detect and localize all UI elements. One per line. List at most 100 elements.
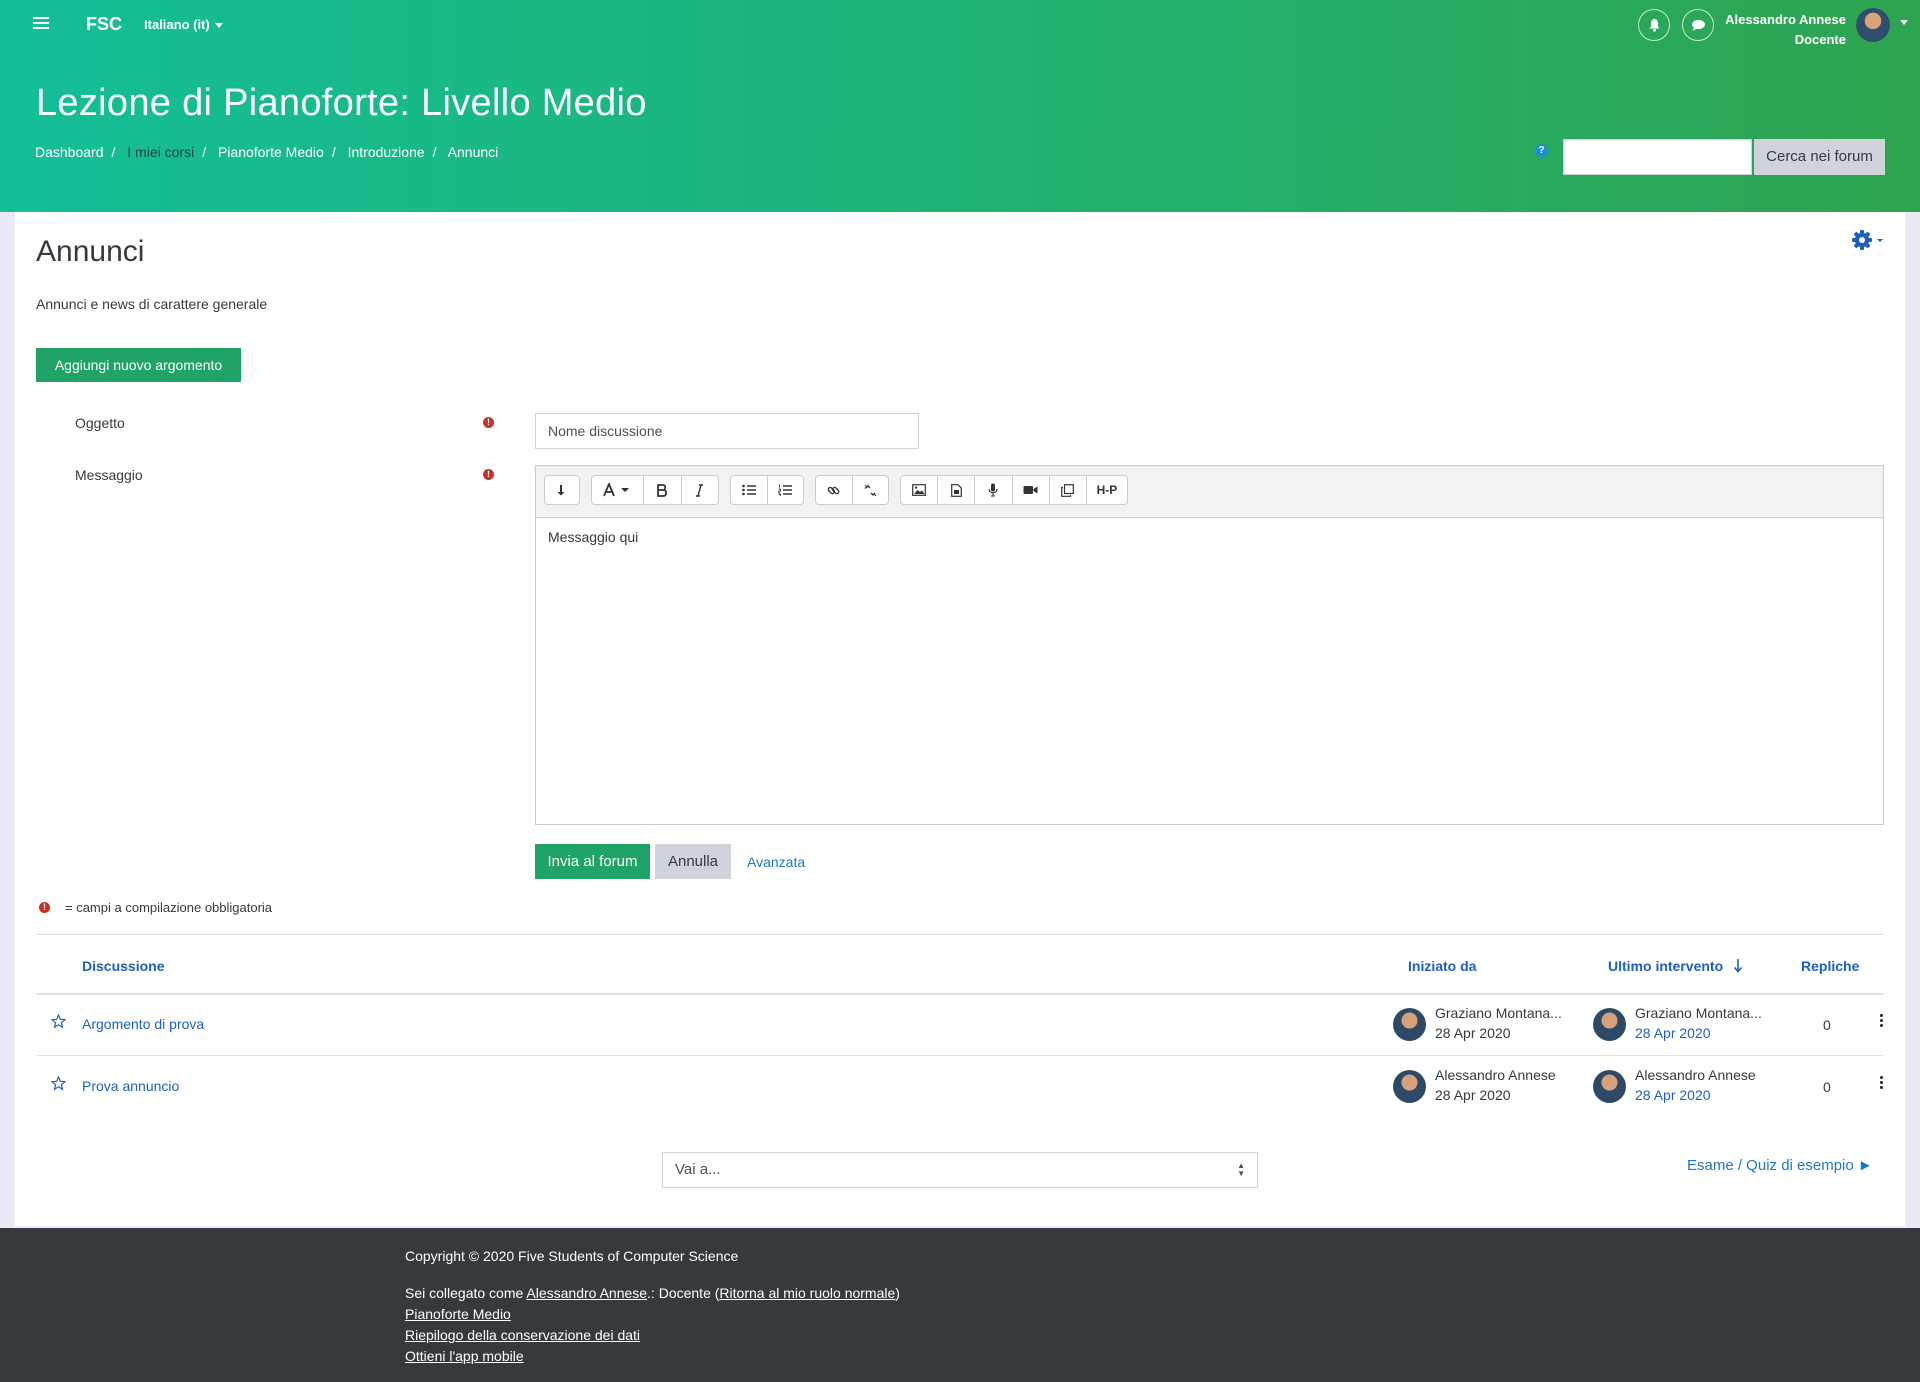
jump-to-select[interactable]: Vai a... ▲ ▼ xyxy=(662,1152,1258,1188)
select-arrows-icon: ▲ ▼ xyxy=(1237,1161,1245,1178)
manage-files-button[interactable] xyxy=(1050,476,1087,504)
language-menu[interactable]: Italiano (it) xyxy=(144,17,223,32)
subject-label: Oggetto xyxy=(75,415,125,431)
image-icon xyxy=(912,484,926,496)
insert-image-button[interactable] xyxy=(901,476,939,504)
advanced-link[interactable]: Avanzata xyxy=(747,854,805,870)
avatar[interactable] xyxy=(1393,1008,1426,1041)
messages-button[interactable] xyxy=(1682,9,1714,41)
column-replies[interactable]: Repliche xyxy=(1801,958,1859,974)
page-header: FSC Italiano (it) Alessandro Annese Doce… xyxy=(0,0,1920,212)
link-icon xyxy=(827,486,840,494)
forum-search-button[interactable]: Cerca nei forum xyxy=(1754,139,1885,175)
h5p-button[interactable]: H-P xyxy=(1087,476,1127,504)
more-options-icon[interactable] xyxy=(1880,1014,1884,1029)
footer-link-course-label: Pianoforte Medio xyxy=(405,1306,511,1322)
notifications-button[interactable] xyxy=(1638,9,1670,41)
started-date: 28 Apr 2020 xyxy=(1435,1087,1511,1103)
bold-button[interactable] xyxy=(644,476,682,504)
logged-in-info: Sei collegato come Alessandro Annese.: D… xyxy=(405,1285,900,1301)
column-started-by[interactable]: Iniziato da xyxy=(1408,958,1476,974)
jump-to-label: Vai a... xyxy=(675,1161,721,1178)
link-button[interactable] xyxy=(816,476,853,504)
breadcrumb-separator: / xyxy=(202,144,207,160)
forum-search-input[interactable] xyxy=(1563,139,1752,175)
paragraph-style-button[interactable] xyxy=(592,476,645,504)
cancel-button[interactable]: Annulla xyxy=(655,844,731,879)
font-icon xyxy=(602,483,629,497)
message-textarea[interactable]: Messaggio qui xyxy=(536,518,1883,824)
replies-count: 0 xyxy=(1823,1079,1831,1095)
star-icon[interactable] xyxy=(51,1014,66,1029)
breadcrumb-my-courses[interactable]: I miei corsi xyxy=(127,144,194,160)
toolbar-group-links xyxy=(815,475,889,505)
ordered-list-button[interactable] xyxy=(768,476,804,504)
site-brand[interactable]: FSC xyxy=(86,14,122,35)
subject-input[interactable]: Nome discussione xyxy=(535,413,919,449)
avatar[interactable] xyxy=(1856,8,1890,42)
avatar[interactable] xyxy=(1593,1008,1626,1041)
add-topic-button[interactable]: Aggiungi nuovo argomento xyxy=(36,348,241,382)
started-by-name: Alessandro Annese xyxy=(1435,1067,1556,1083)
submit-post-button[interactable]: Invia al forum xyxy=(535,844,650,879)
discussion-title[interactable]: Argomento di prova xyxy=(82,1016,204,1032)
record-audio-button[interactable] xyxy=(975,476,1013,504)
breadcrumb-dashboard[interactable]: Dashboard xyxy=(35,144,104,160)
breadcrumb-separator: / xyxy=(432,144,437,160)
chevron-down-icon xyxy=(214,23,223,29)
column-discussion[interactable]: Discussione xyxy=(82,958,164,974)
star-icon[interactable] xyxy=(51,1076,66,1091)
breadcrumb-current[interactable]: Annunci xyxy=(448,144,499,160)
main-content: Annunci Annunci e news di carattere gene… xyxy=(15,212,1905,1226)
column-last-post[interactable]: Ultimo intervento xyxy=(1608,958,1744,974)
user-name: Alessandro Annese xyxy=(1725,12,1846,27)
unordered-list-button[interactable] xyxy=(731,476,768,504)
started-by-name: Graziano Montana... xyxy=(1435,1005,1562,1021)
last-post-name: Graziano Montana... xyxy=(1635,1005,1762,1021)
forum-description: Annunci e news di carattere generale xyxy=(36,296,268,312)
required-icon: ! xyxy=(483,469,494,480)
chevron-down-icon[interactable] xyxy=(1900,20,1908,25)
toolbar-group-text xyxy=(591,475,719,505)
footer-link-mobile-app[interactable]: Ottieni l'app mobile xyxy=(405,1348,524,1364)
unlink-button[interactable] xyxy=(853,476,889,504)
italic-button[interactable] xyxy=(682,476,718,504)
toolbar-group-collapse xyxy=(544,475,580,505)
breadcrumb-section[interactable]: Introduzione xyxy=(348,144,425,160)
copyright-text: Copyright © 2020 Five Students of Comput… xyxy=(405,1248,739,1264)
avatar[interactable] xyxy=(1393,1070,1426,1103)
footer-link-data-retention[interactable]: Riepilogo della conservazione dei dati xyxy=(405,1327,640,1343)
record-video-button[interactable] xyxy=(1013,476,1050,504)
discussion-table-header: Discussione Iniziato da Ultimo intervent… xyxy=(36,934,1884,995)
breadcrumb-course[interactable]: Pianoforte Medio xyxy=(218,144,324,160)
numbered-list-icon xyxy=(778,484,793,496)
navbar: FSC Italiano (it) Alessandro Annese Doce… xyxy=(0,0,1920,50)
settings-menu[interactable] xyxy=(1851,228,1885,257)
breadcrumb: Dashboard / I miei corsi / Pianoforte Medi… xyxy=(35,144,498,160)
help-icon[interactable]: ? xyxy=(1535,144,1548,157)
logged-user-link[interactable]: Alessandro Annese xyxy=(526,1285,647,1301)
arrow-down-icon xyxy=(557,485,565,496)
user-menu[interactable]: Alessandro Annese Docente xyxy=(1725,10,1846,50)
insert-media-button[interactable] xyxy=(938,476,976,504)
return-role-link[interactable]: Ritorna al mio ruolo normale xyxy=(719,1285,895,1301)
required-icon: ! xyxy=(483,417,494,428)
bullet-list-icon xyxy=(741,484,756,496)
language-label: Italiano (it) xyxy=(144,17,210,32)
more-options-icon[interactable] xyxy=(1880,1076,1884,1091)
last-post-date[interactable]: 28 Apr 2020 xyxy=(1635,1087,1711,1103)
collapse-toolbar-button[interactable] xyxy=(545,476,579,504)
footer-link-course[interactable]: Pianoforte Medio xyxy=(405,1306,511,1322)
document-icon xyxy=(950,483,962,497)
last-post-date[interactable]: 28 Apr 2020 xyxy=(1635,1025,1711,1041)
last-post-name: Alessandro Annese xyxy=(1635,1067,1756,1083)
discussion-title[interactable]: Prova annuncio xyxy=(82,1078,179,1094)
toolbar-group-lists xyxy=(730,475,804,505)
menu-icon[interactable] xyxy=(33,17,49,29)
message-editor: H-P Messaggio qui xyxy=(535,465,1884,825)
next-activity-link[interactable]: Esame / Quiz di esempio ► xyxy=(1687,1157,1873,1174)
avatar[interactable] xyxy=(1593,1070,1626,1103)
message-text: Messaggio qui xyxy=(548,529,639,545)
logged-in-suffix: ) xyxy=(895,1285,900,1301)
user-role: Docente xyxy=(1794,32,1846,47)
